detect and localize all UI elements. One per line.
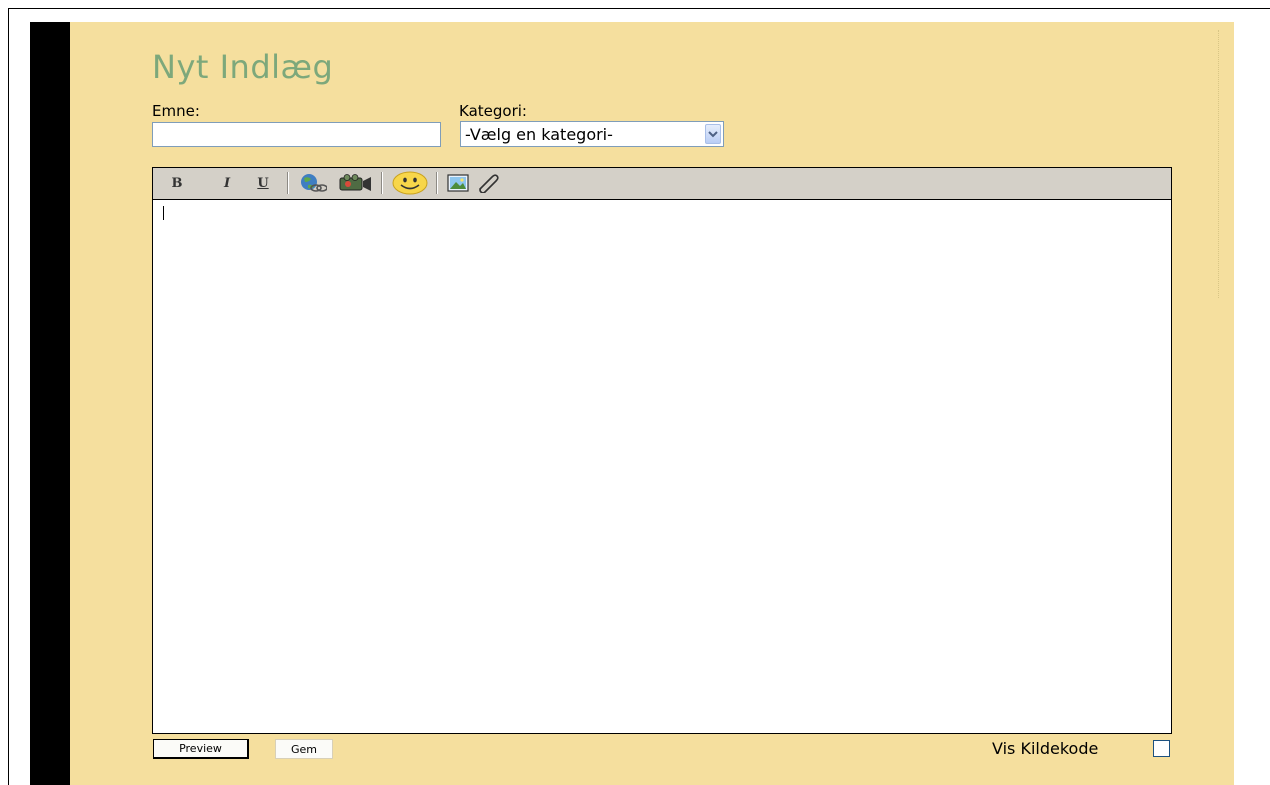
category-select[interactable]: -Vælg en kategori- [460,121,724,147]
preview-button[interactable]: Preview [153,739,249,759]
view-source-label: Vis Kildekode [992,739,1099,758]
chevron-down-icon[interactable] [705,124,721,144]
subject-input[interactable] [152,122,441,147]
toolbar-separator [287,172,289,194]
save-button[interactable]: Gem [275,739,333,759]
category-select-value: -Vælg en kategori- [465,125,613,144]
video-icon[interactable] [337,172,377,194]
rich-text-editor: B I U [152,167,1172,734]
view-source-checkbox[interactable] [1153,740,1170,757]
italic-button[interactable]: I [219,172,235,194]
panel-divider [1218,30,1219,298]
attachment-icon[interactable] [475,172,501,194]
underline-button[interactable]: U [255,172,271,194]
image-icon[interactable] [446,172,470,194]
toolbar-separator [381,172,383,194]
link-icon[interactable] [298,172,328,194]
subject-label: Emne: [152,102,200,120]
text-caret [163,206,164,220]
category-label: Kategori: [459,102,527,120]
left-sidebar-bar [30,22,70,785]
editor-content-area[interactable] [153,200,1171,733]
bold-button[interactable]: B [169,172,185,194]
page-title: Nyt Indlæg [152,48,334,86]
toolbar-separator [436,172,438,194]
smiley-icon[interactable] [389,171,431,195]
editor-toolbar: B I U [153,168,1171,200]
